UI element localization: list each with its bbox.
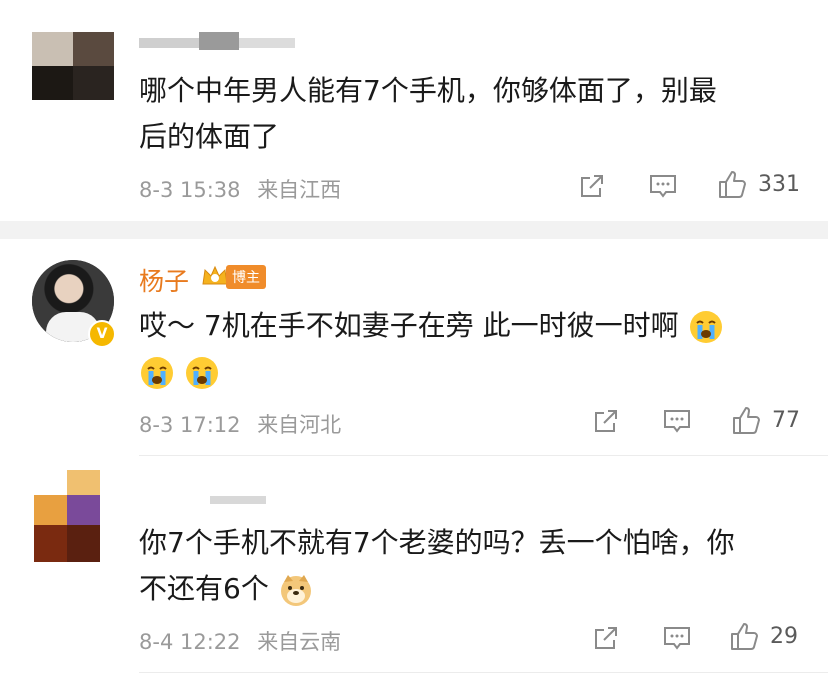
comment-meta: 8-3 15:38 来自江西 <box>139 174 351 204</box>
comment-meta: 8-4 12:22 来自云南 <box>139 626 351 656</box>
comment-button[interactable] <box>662 407 692 435</box>
thumbs-up-icon <box>731 623 758 650</box>
crying-emoji-icon <box>185 357 218 389</box>
comment-button[interactable] <box>662 624 692 652</box>
thumbs-up-icon <box>733 407 760 434</box>
avatar[interactable] <box>34 470 100 562</box>
comment-divider <box>139 672 828 673</box>
crying-emoji-icon <box>141 357 173 389</box>
comment-icon <box>664 410 690 433</box>
location: 来自河北 <box>257 413 342 437</box>
comment-icon <box>664 627 690 650</box>
timestamp: 8-3 17:12 <box>139 413 241 437</box>
doge-emoji-icon <box>280 575 311 606</box>
section-divider <box>0 221 828 239</box>
like-count: 77 <box>772 407 800 433</box>
repost-button[interactable] <box>578 172 606 200</box>
verified-badge-icon: V <box>88 320 116 348</box>
blogger-badge: 博主 <box>200 264 266 290</box>
repost-button[interactable] <box>592 407 620 435</box>
comment-text: 哪个中年男人能有7个手机，你够体面了，别最 后的体面了 <box>139 74 717 153</box>
like-button[interactable]: 29 <box>728 620 798 652</box>
comment-icon <box>650 175 676 198</box>
like-count: 331 <box>758 171 800 197</box>
repost-icon <box>595 410 617 432</box>
avatar[interactable] <box>32 32 114 114</box>
comment-text: 你7个手机不就有7个老婆的吗？丢一个怕啥，你 不还有6个 <box>139 520 779 612</box>
location: 来自云南 <box>257 630 342 654</box>
comment-button[interactable] <box>648 172 678 200</box>
thumbs-up-icon <box>719 171 746 198</box>
repost-icon <box>581 175 603 197</box>
like-button[interactable]: 77 <box>730 404 800 436</box>
comment-meta: 8-3 17:12 来自河北 <box>139 409 351 439</box>
crying-emoji-icon <box>689 311 722 343</box>
repost-button[interactable] <box>592 624 620 652</box>
repost-icon <box>595 627 617 649</box>
comment-divider <box>139 455 828 456</box>
username[interactable]: 杨子 <box>139 262 189 298</box>
comment-text: 哎～ 7机在手不如妻子在旁 此一时彼一时啊 <box>139 303 779 395</box>
username-redacted <box>139 32 299 52</box>
timestamp: 8-4 12:22 <box>139 630 241 654</box>
username-redacted <box>210 490 270 510</box>
like-button[interactable]: 331 <box>716 168 800 200</box>
timestamp: 8-3 15:38 <box>139 178 241 202</box>
like-count: 29 <box>770 623 798 649</box>
location: 来自江西 <box>257 178 342 202</box>
badge-label: 博主 <box>226 265 266 289</box>
